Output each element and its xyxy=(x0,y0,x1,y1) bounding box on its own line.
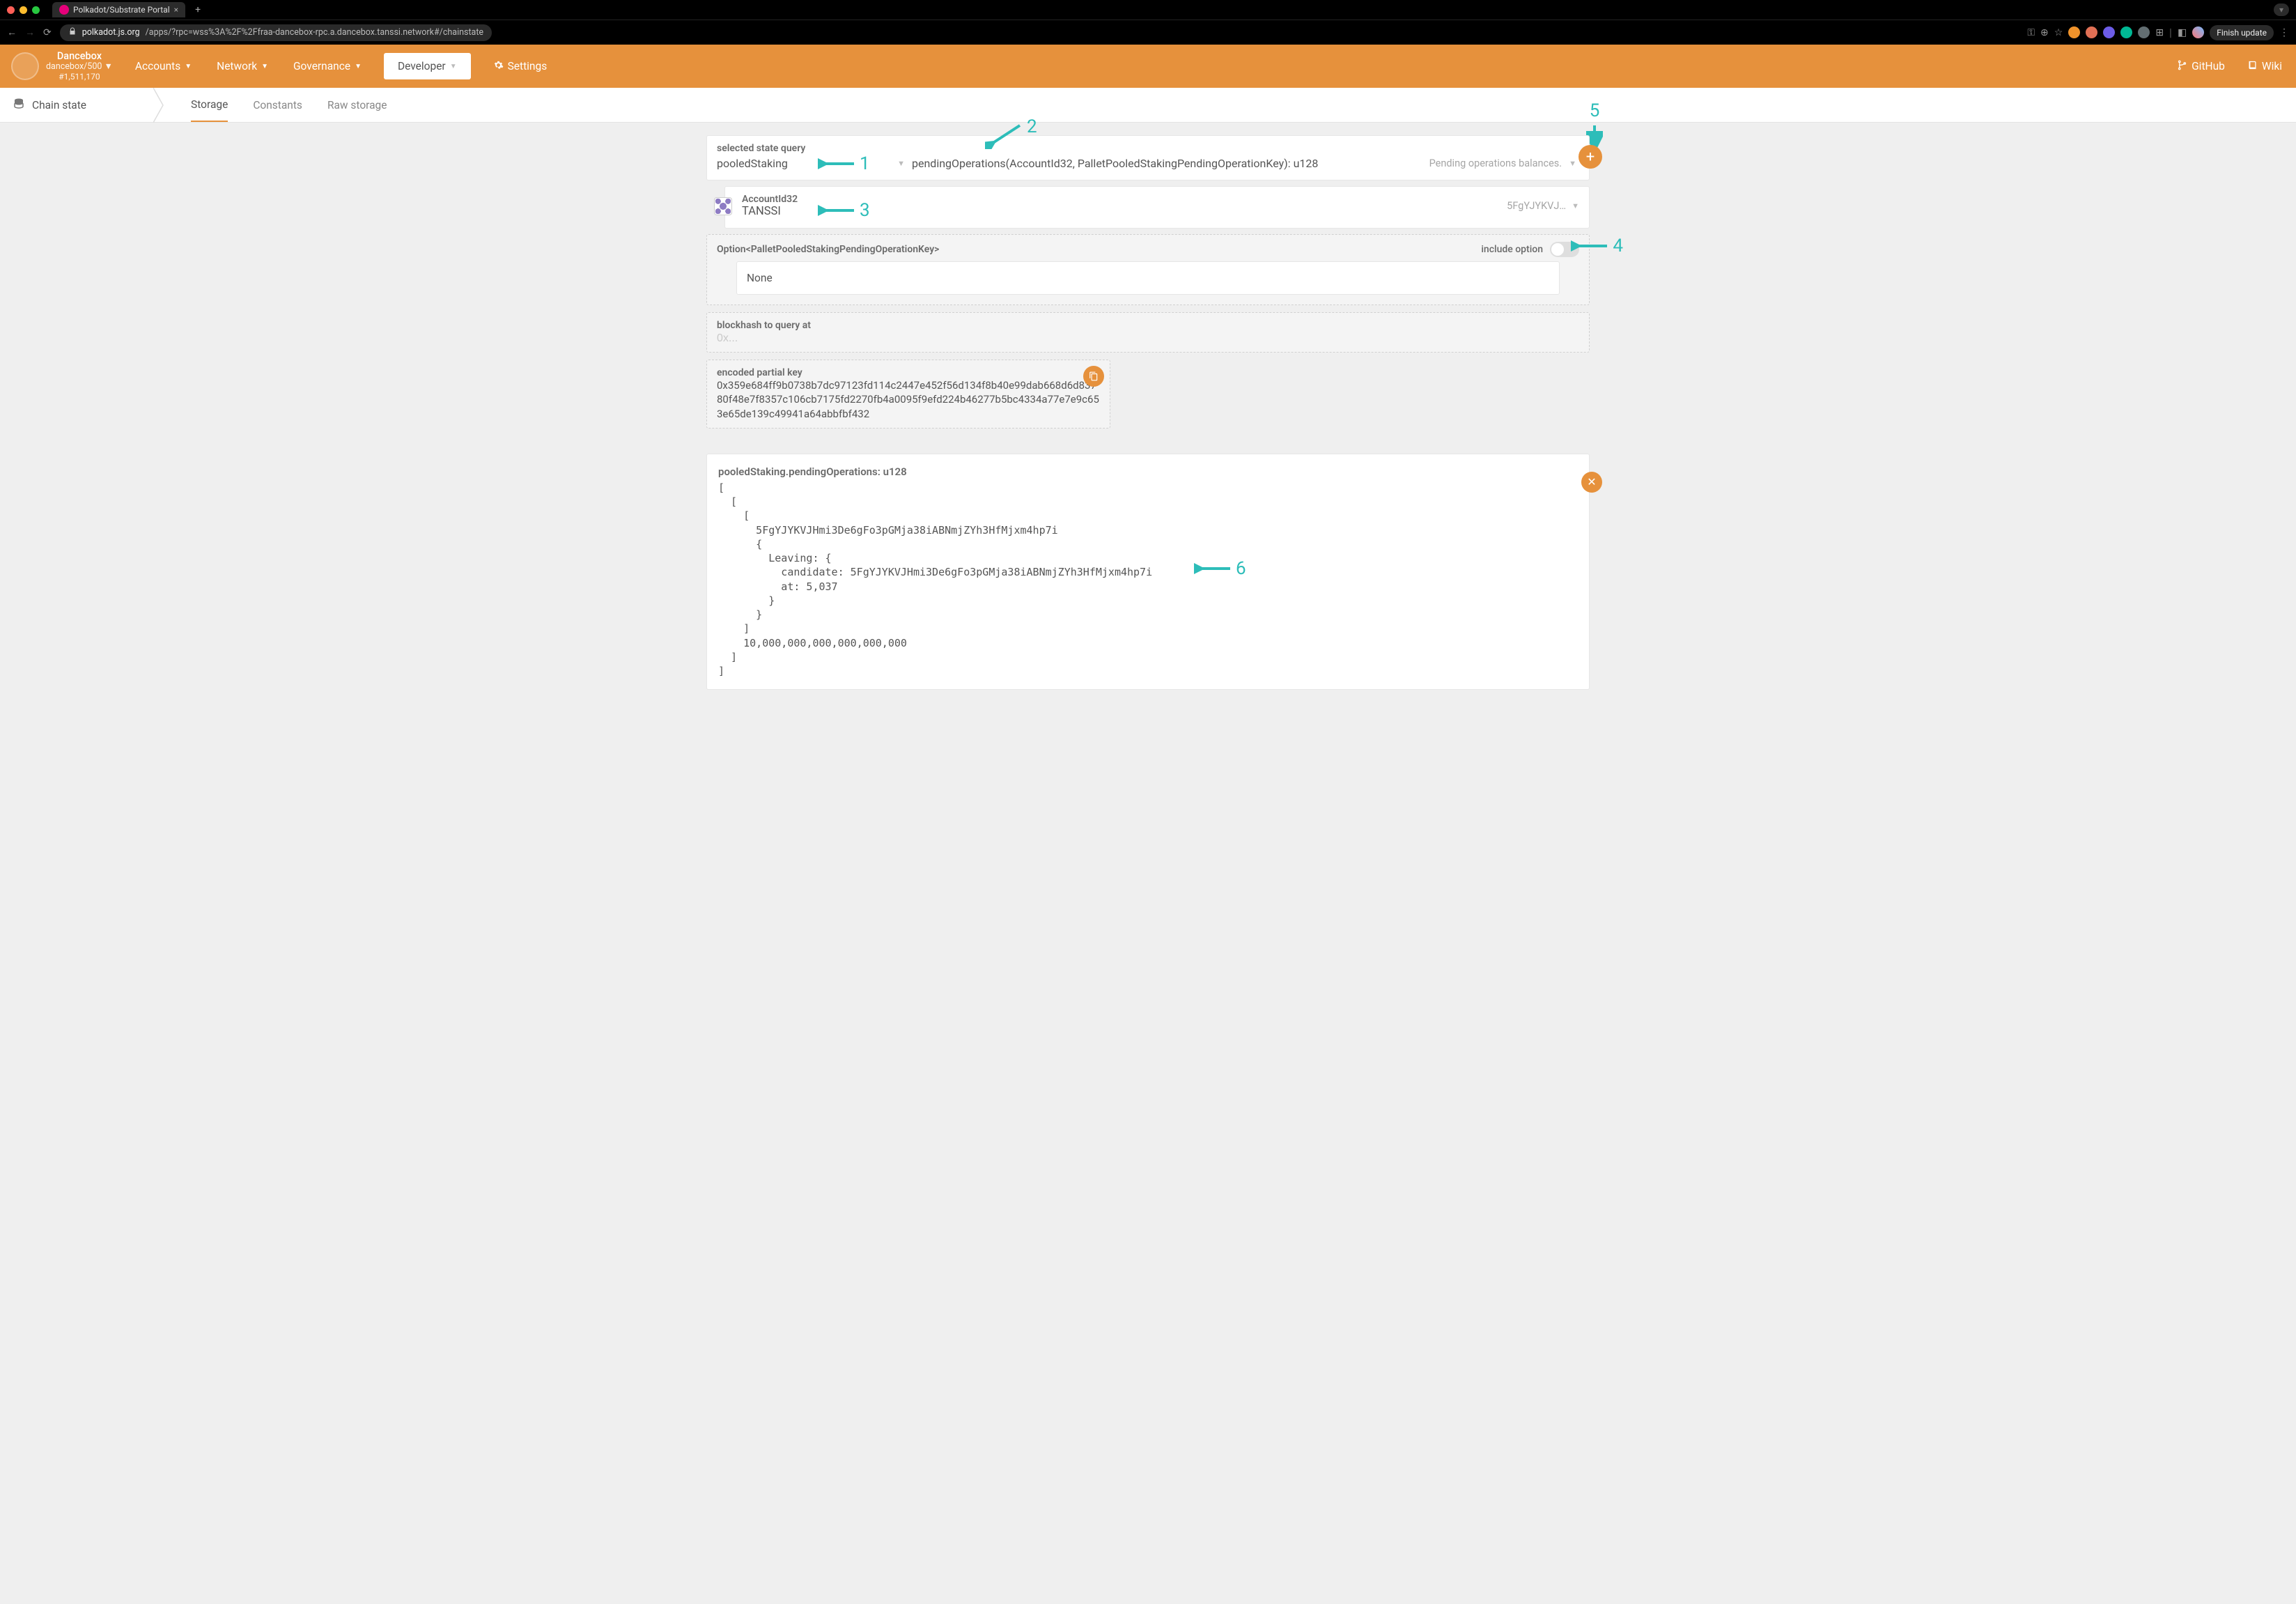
pallet-select[interactable]: pooledStaking ▼ xyxy=(717,157,905,170)
extension-icon[interactable] xyxy=(2068,26,2080,38)
option-value: None xyxy=(736,261,1560,295)
account-address-short[interactable]: 5FgYJYKVJ… ▼ xyxy=(1507,200,1579,212)
account-param-card: AccountId32 TANSSI 5FgYJYKVJ… ▼ xyxy=(724,186,1590,229)
chevron-down-icon: ▼ xyxy=(897,159,905,168)
extension-icon[interactable] xyxy=(2086,26,2097,38)
method-select[interactable]: pendingOperations(AccountId32, PalletPoo… xyxy=(912,157,1576,170)
database-icon xyxy=(13,98,25,113)
state-query-card: selected state query pooledStaking ▼ pen… xyxy=(706,135,1590,180)
branch-icon xyxy=(2177,60,2187,73)
page-title: Chain state xyxy=(13,98,86,113)
tab-raw-storage[interactable]: Raw storage xyxy=(327,89,387,121)
favicon-icon xyxy=(59,5,69,15)
chain-sub: dancebox/500 xyxy=(46,61,102,72)
query-result-card: pooledStaking.pendingOperations: u128 [ … xyxy=(706,454,1590,691)
extensions-icon[interactable]: ⊞ xyxy=(2155,27,2164,38)
extension-icon[interactable] xyxy=(2120,26,2132,38)
state-query-label: selected state query xyxy=(717,143,1576,154)
copy-icon xyxy=(1089,371,1099,381)
identicon-icon xyxy=(714,197,732,215)
browser-chrome: Polkadot/Substrate Portal × + ▾ ← → ⟳ po… xyxy=(0,0,2296,45)
tab-title: Polkadot/Substrate Portal xyxy=(73,5,170,15)
close-result-button[interactable]: ✕ xyxy=(1581,472,1602,493)
encoded-key-box: encoded partial key 0x359e684ff9b0738b7d… xyxy=(706,360,1110,429)
toolbar-right: ⚿ ⊕ ☆ ⊞ | ◧ Finish update ⋮ xyxy=(2027,25,2289,40)
option-param-box: Option<PalletPooledStakingPendingOperati… xyxy=(706,234,1590,305)
star-icon[interactable]: ☆ xyxy=(2054,27,2063,38)
pallet-name: pooledStaking xyxy=(717,157,788,170)
reload-icon[interactable]: ⟳ xyxy=(43,27,52,38)
result-title: pooledStaking.pendingOperations: u128 xyxy=(718,465,1578,478)
chain-logo-icon xyxy=(11,52,39,80)
account-name[interactable]: TANSSI xyxy=(742,205,781,218)
blockhash-input[interactable] xyxy=(717,332,1579,345)
chevron-down-icon: ▼ xyxy=(1569,159,1576,168)
gear-icon xyxy=(493,60,504,73)
encoded-key-value: 0x359e684ff9b0738b7dc97123fd114c2447e452… xyxy=(717,378,1100,421)
nav-network[interactable]: Network▼ xyxy=(214,56,271,77)
submit-query-button[interactable]: + xyxy=(1578,145,1602,169)
blockhash-label: blockhash to query at xyxy=(717,320,1579,331)
chain-selector[interactable]: Dancebox dancebox/500 ▼ #1,511,170 xyxy=(11,51,113,82)
breadcrumb-chevron-icon xyxy=(153,88,166,123)
extension-icon[interactable] xyxy=(2138,26,2150,38)
side-panel-icon[interactable]: ◧ xyxy=(2178,27,2187,38)
nav-right: GitHub Wiki xyxy=(2174,56,2285,77)
annotation-label: 4 xyxy=(1613,236,1623,256)
nav-settings[interactable]: Settings xyxy=(490,56,550,77)
new-tab-button[interactable]: + xyxy=(195,4,201,15)
address-bar-row: ← → ⟳ polkadot.js.org /apps/?rpc=wss%3A%… xyxy=(0,20,2296,45)
back-icon[interactable]: ← xyxy=(7,26,17,38)
tab-close-icon[interactable]: × xyxy=(174,5,178,15)
address-bar[interactable]: polkadot.js.org /apps/?rpc=wss%3A%2F%2Ff… xyxy=(60,24,492,41)
nav-governance[interactable]: Governance▼ xyxy=(290,56,364,77)
window-menu-icon[interactable]: ▾ xyxy=(2274,3,2289,16)
account-type-label: AccountId32 xyxy=(742,194,1500,205)
nav-wiki[interactable]: Wiki xyxy=(2244,56,2285,77)
encoded-key-label: encoded partial key xyxy=(717,367,1100,378)
option-type-label: Option<PalletPooledStakingPendingOperati… xyxy=(717,244,939,255)
menu-icon[interactable]: ⋮ xyxy=(2279,27,2289,38)
nav-accounts[interactable]: Accounts▼ xyxy=(132,56,194,77)
method-name: pendingOperations(AccountId32, PalletPoo… xyxy=(912,157,1318,170)
minimize-window-icon[interactable] xyxy=(20,6,27,14)
copy-button[interactable] xyxy=(1083,366,1104,387)
zoom-icon[interactable]: ⊕ xyxy=(2040,27,2049,38)
sub-nav: Chain state Storage Constants Raw storag… xyxy=(0,88,2296,123)
method-docs: Pending operations balances. xyxy=(1429,157,1562,169)
chain-info: Dancebox dancebox/500 ▼ #1,511,170 xyxy=(46,51,113,82)
lock-icon xyxy=(68,27,77,38)
include-option-toggle[interactable] xyxy=(1550,242,1579,257)
nav-developer[interactable]: Developer▼ xyxy=(384,53,471,79)
key-icon[interactable]: ⚿ xyxy=(2027,27,2035,38)
maximize-window-icon[interactable] xyxy=(32,6,40,14)
forward-icon: → xyxy=(25,26,35,38)
page-content: 5 selected state query pooledStaking ▼ p… xyxy=(690,123,1606,723)
extension-icon[interactable] xyxy=(2103,26,2115,38)
tab-constants[interactable]: Constants xyxy=(253,89,302,121)
blockhash-box: blockhash to query at xyxy=(706,312,1590,353)
result-body: [ [ [ 5FgYJYKVJHmi3De6gFo3pGMja38iABNmjZ… xyxy=(718,481,1578,679)
chain-name: Dancebox xyxy=(46,51,113,63)
title-bar: Polkadot/Substrate Portal × + ▾ xyxy=(0,0,2296,20)
chevron-down-icon: ▼ xyxy=(1572,201,1579,210)
window-controls xyxy=(7,6,40,14)
app-top-nav: Dancebox dancebox/500 ▼ #1,511,170 Accou… xyxy=(0,45,2296,88)
url-path: /apps/?rpc=wss%3A%2F%2Ffraa-dancebox-rpc… xyxy=(146,27,483,38)
browser-tab[interactable]: Polkadot/Substrate Portal × xyxy=(52,2,185,17)
tab-storage[interactable]: Storage xyxy=(191,88,228,122)
nav-github[interactable]: GitHub xyxy=(2174,56,2228,77)
profile-avatar-icon[interactable] xyxy=(2192,26,2204,38)
finish-update-button[interactable]: Finish update xyxy=(2210,25,2274,40)
include-option-label: include option xyxy=(1481,244,1543,255)
book-icon xyxy=(2247,60,2258,73)
url-host: polkadot.js.org xyxy=(82,27,140,38)
chain-block: #1,511,170 xyxy=(46,72,113,82)
close-window-icon[interactable] xyxy=(7,6,15,14)
